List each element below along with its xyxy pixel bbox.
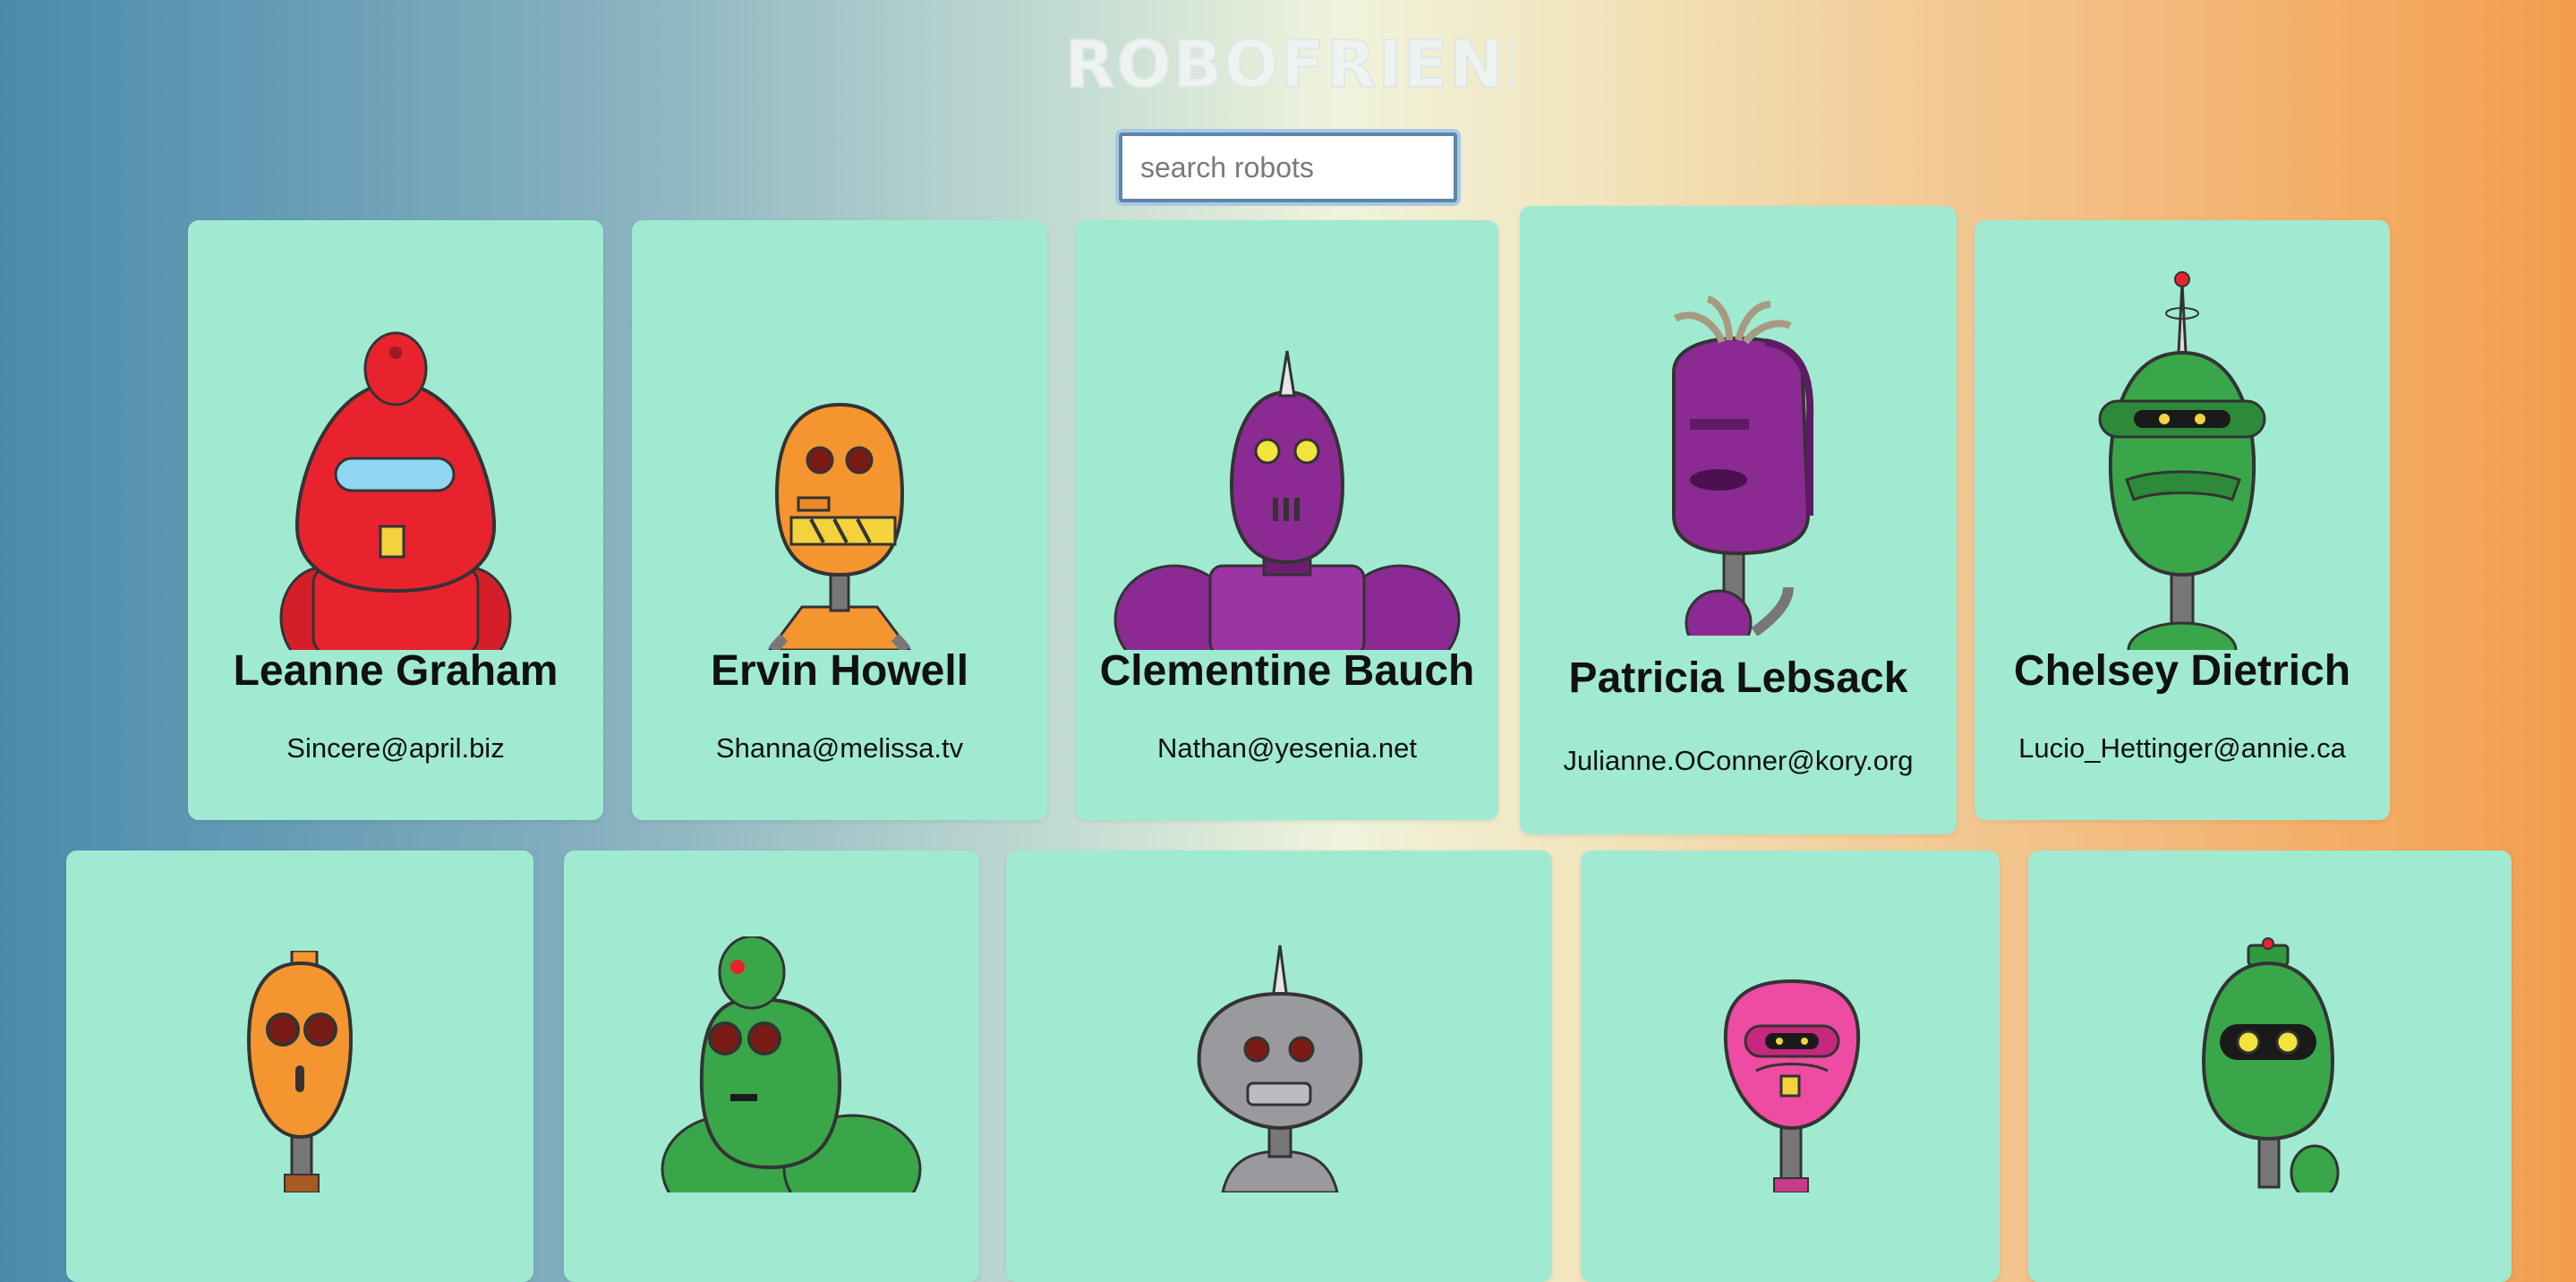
robot-name: Clementine Bauch	[1099, 647, 1475, 695]
robot-avatar	[66, 951, 533, 1192]
robot-name: Ervin Howell	[710, 647, 969, 695]
robot-card[interactable]: Chelsey Dietrich Lucio_Hettinger@annie.c…	[1975, 220, 2390, 820]
robot-card[interactable]: Ervin Howell Shanna@melissa.tv	[632, 220, 1047, 820]
robot-email: Shanna@melissa.tv	[715, 732, 964, 764]
robot-avatar	[632, 306, 1047, 650]
robot-avatar	[1581, 936, 2000, 1192]
robot-email: Nathan@yesenia.net	[1157, 732, 1417, 764]
robot-name: Chelsey Dietrich	[2013, 647, 2351, 695]
robot-card[interactable]	[2028, 850, 2512, 1282]
robot-avatar	[1975, 267, 2390, 650]
robot-email: Sincere@april.biz	[286, 732, 505, 764]
robot-card[interactable]: Leanne Graham Sincere@april.biz	[188, 220, 603, 820]
robot-email: Lucio_Hettinger@annie.ca	[2018, 732, 2346, 764]
robot-card[interactable]	[1006, 850, 1552, 1282]
robot-avatar	[1520, 292, 1957, 636]
robot-avatar	[188, 306, 603, 650]
robot-avatar	[2028, 936, 2512, 1192]
robot-card[interactable]	[1581, 850, 2000, 1282]
robot-name: Patricia Lebsack	[1568, 654, 1908, 702]
robot-name: Leanne Graham	[233, 647, 559, 695]
robot-avatar	[1006, 936, 1552, 1192]
robot-avatar	[1076, 306, 1498, 650]
robot-avatar	[564, 936, 979, 1192]
robot-card[interactable]: Patricia Lebsack Julianne.OConner@kory.o…	[1520, 206, 1957, 834]
robot-card[interactable]: Clementine Bauch Nathan@yesenia.net	[1076, 220, 1498, 820]
robot-card[interactable]	[564, 850, 979, 1282]
robot-card[interactable]	[66, 850, 533, 1282]
robot-email: Julianne.OConner@kory.org	[1563, 745, 1914, 776]
search-input[interactable]	[1119, 132, 1457, 202]
app-title: ROBOFRIENDS	[1065, 27, 1513, 102]
